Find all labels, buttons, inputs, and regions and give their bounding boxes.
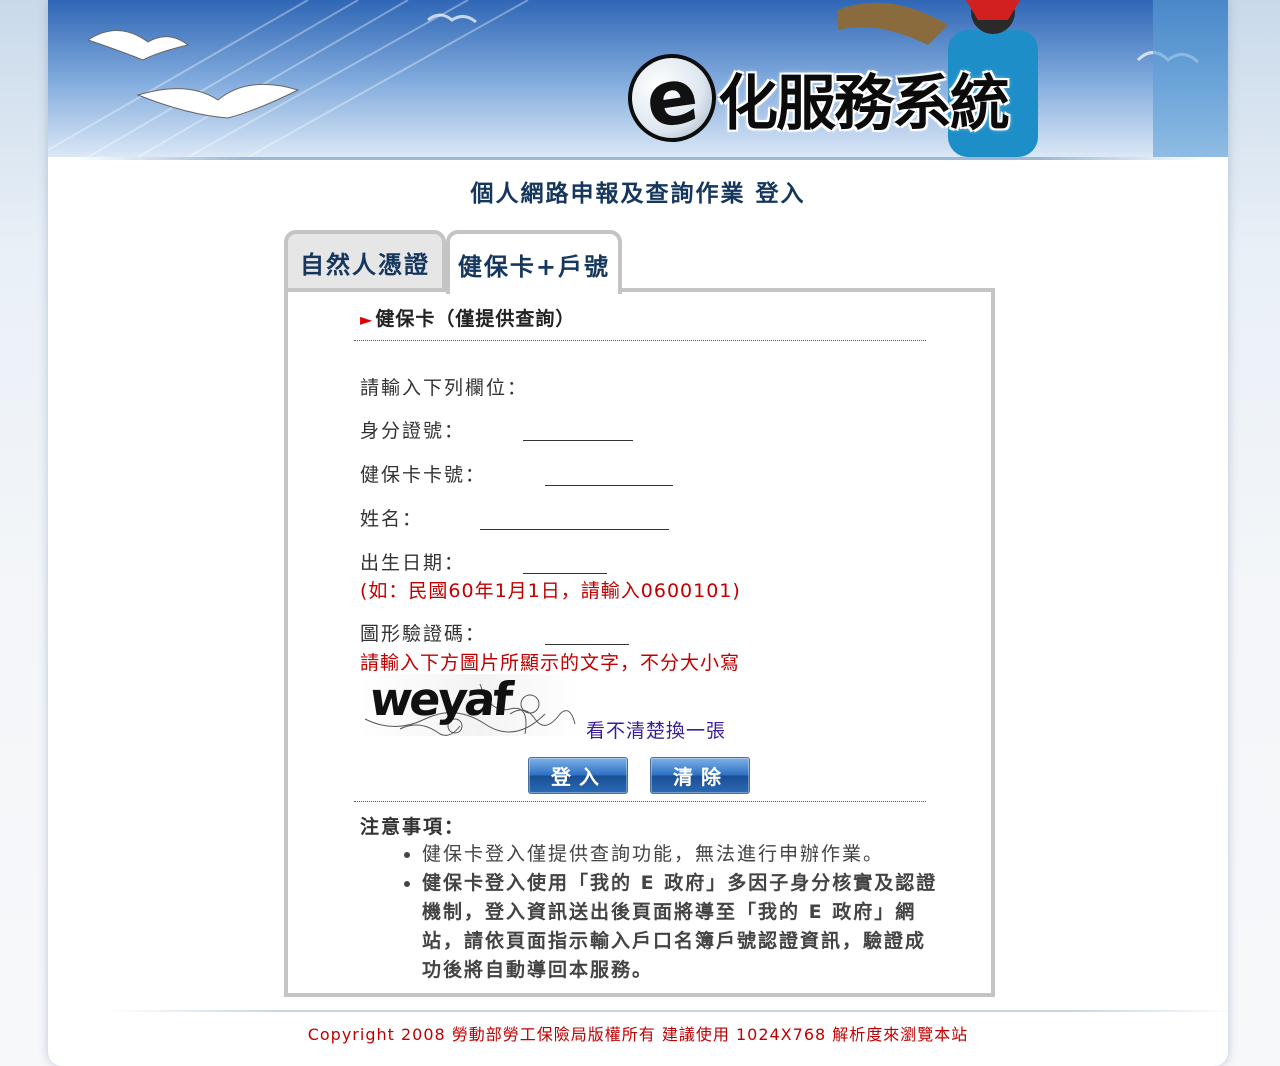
notes-item: 健保卡登入僅提供查詢功能，無法進行申辦作業。: [422, 840, 942, 869]
name-input[interactable]: [480, 508, 669, 530]
clear-button[interactable]: 清除: [650, 757, 750, 794]
footer-copyright: Copyright 2008 勞動部勞工保險局版權所有 建議使用 1024X76…: [307, 1025, 969, 1044]
id-number-input[interactable]: [523, 419, 633, 441]
section-title-text: 健保卡（僅提供查詢）: [375, 308, 576, 330]
birth-date-input[interactable]: [523, 552, 607, 574]
section-divider: [354, 340, 926, 341]
captcha-image: weyaf: [360, 674, 578, 736]
tab-citizen-certificate[interactable]: 自然人憑證: [284, 230, 446, 290]
system-logo: e 化服務系統: [622, 48, 1010, 148]
name-label: 姓名：: [360, 508, 424, 530]
tab-health-card[interactable]: 健保卡+戶號: [446, 230, 622, 294]
e-logo-icon: e: [622, 48, 722, 148]
card-label: 健保卡卡號：: [360, 464, 487, 486]
form-prompt: 請輸入下列欄位：: [360, 377, 529, 399]
captcha-refresh-link[interactable]: 看不清楚換一張: [586, 716, 726, 743]
id-label: 身分證號：: [360, 420, 466, 442]
card-number-input[interactable]: [545, 464, 673, 486]
page-container: e 化服務系統 個人網路申報及查詢作業 登入 自然人憑證 健保卡+戶號 ► 健保卡…: [48, 0, 1242, 1066]
red-arrow-icon: ►: [360, 310, 374, 329]
birth-date-hint: (如：民國60年1月1日，請輸入0600101): [360, 580, 741, 602]
system-title: 化服務系統: [718, 68, 1010, 139]
notes-title: 注意事項：: [360, 816, 466, 838]
page-title: 個人網路申報及查詢作業 登入: [470, 181, 806, 207]
captcha-label: 圖形驗證碼：: [360, 623, 487, 645]
captcha-input[interactable]: [545, 623, 629, 645]
login-button[interactable]: 登入: [528, 757, 628, 794]
footer-divider: [108, 1010, 1242, 1012]
captcha-text: weyaf: [367, 674, 513, 726]
section-title: ► 健保卡（僅提供查詢）: [360, 304, 575, 331]
notes-item: 健保卡登入使用「我的 E 政府」多因子身分核實及認證機制，登入資訊送出後頁面將導…: [422, 869, 942, 985]
banner-divider: [74, 157, 1208, 160]
birth-label: 出生日期：: [360, 552, 466, 574]
notes-list: 健保卡登入僅提供查詢功能，無法進行申辦作業。 健保卡登入使用「我的 E 政府」多…: [400, 840, 942, 985]
captcha-hint: 請輸入下方圖片所顯示的文字，不分大小寫: [360, 652, 741, 674]
header-banner: e 化服務系統: [48, 0, 1228, 157]
notes-divider: [354, 801, 926, 802]
